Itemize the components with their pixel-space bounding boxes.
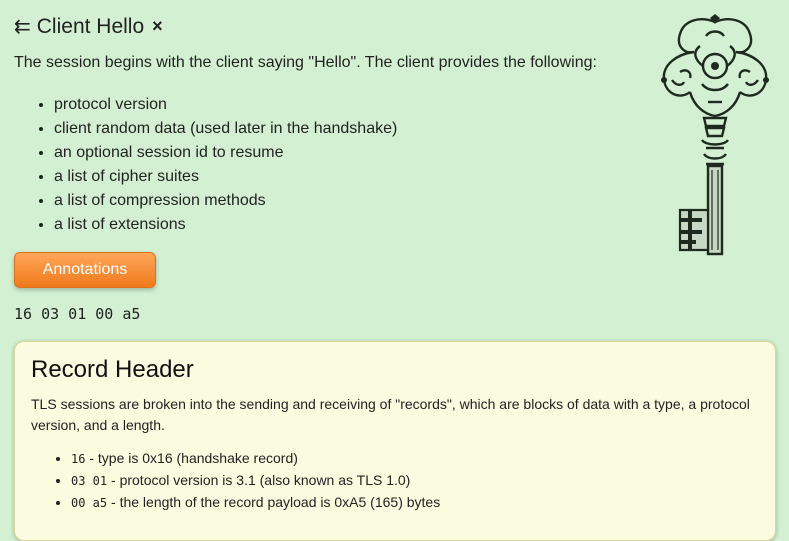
intro-text: The session begins with the client sayin… xyxy=(14,54,597,71)
record-header-description: TLS sessions are broken into the sending… xyxy=(31,396,750,433)
hex-bytes[interactable]: 16 03 01 00 a5 xyxy=(14,305,140,323)
record-header-title: Record Header xyxy=(31,356,194,383)
page-header: ⇇ Client Hello × xyxy=(14,14,163,39)
byte-explanation: - the length of the record payload is 0x… xyxy=(107,494,441,510)
list-item: 16 - type is 0x16 (handshake record) xyxy=(71,448,759,470)
byte-code: 03 01 xyxy=(71,474,108,488)
list-item: 03 01 - protocol version is 3.1 (also kn… xyxy=(71,470,759,492)
key-illustration xyxy=(661,14,769,256)
back-arrows-icon[interactable]: ⇇ xyxy=(14,14,31,39)
record-header-card: Record Header TLS sessions are broken in… xyxy=(14,341,776,541)
list-item: a list of extensions xyxy=(54,213,397,237)
byte-code: 16 xyxy=(71,452,86,466)
byte-code: 00 a5 xyxy=(71,496,108,510)
annotations-button[interactable]: Annotations xyxy=(14,252,156,288)
page-title: Client Hello xyxy=(36,14,145,38)
byte-explanation: - protocol version is 3.1 (also known as… xyxy=(107,472,411,488)
list-item: protocol version xyxy=(54,93,397,117)
byte-explanation: - type is 0x16 (handshake record) xyxy=(85,450,298,466)
list-item: a list of compression methods xyxy=(54,189,397,213)
list-item: 00 a5 - the length of the record payload… xyxy=(71,492,759,514)
record-header-list: 16 - type is 0x16 (handshake record) 03 … xyxy=(31,448,759,514)
list-item: an optional session id to resume xyxy=(54,141,397,165)
field-list: protocol version client random data (use… xyxy=(14,93,397,237)
list-item: a list of cipher suites xyxy=(54,165,397,189)
list-item: client random data (used later in the ha… xyxy=(54,117,397,141)
close-icon[interactable]: × xyxy=(152,16,163,37)
